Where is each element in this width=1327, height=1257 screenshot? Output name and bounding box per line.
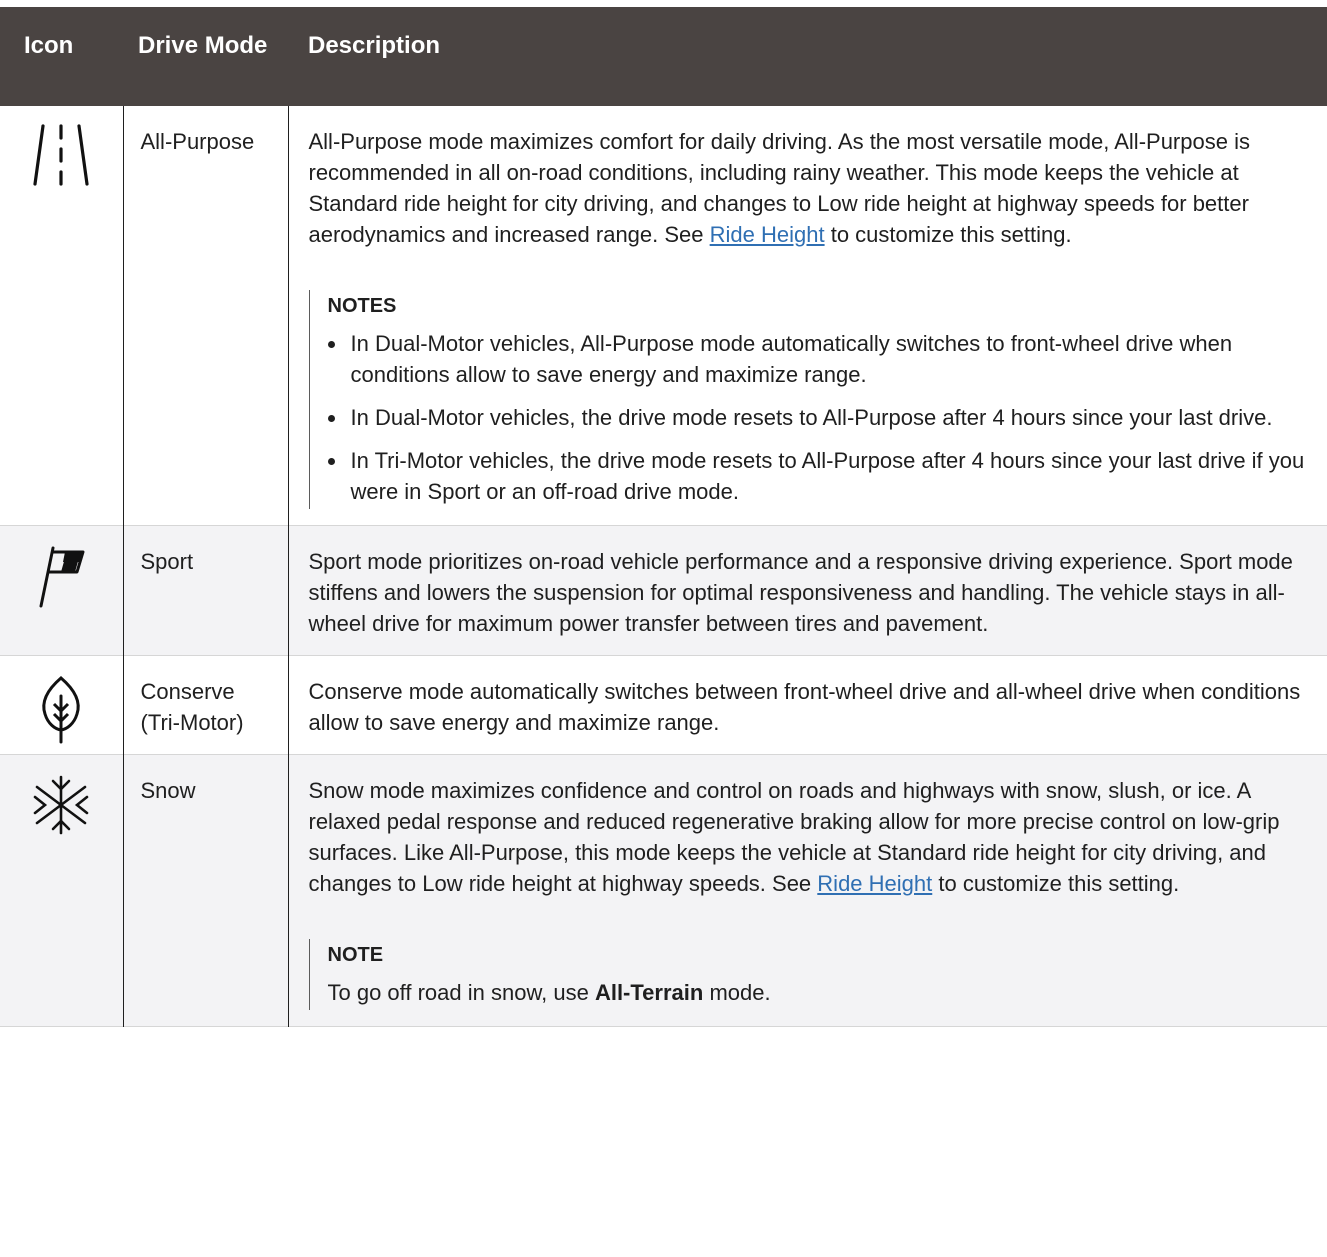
flag-icon <box>39 546 85 608</box>
description-cell: Conserve mode automatically switches bet… <box>308 679 1301 735</box>
note-title: NOTE <box>327 944 384 966</box>
ride-height-link[interactable]: Ride Height <box>710 222 825 247</box>
icon-cell <box>0 655 124 755</box>
description-part: to customize this setting. <box>824 222 1072 247</box>
note-item: In Dual-Motor vehicles, All-Purpose mode… <box>348 328 1308 390</box>
notes-title: NOTES <box>327 295 397 317</box>
icon-cell <box>0 106 124 526</box>
note-text: To go off road in snow, use <box>327 980 595 1005</box>
ride-height-link[interactable]: Ride Height <box>817 871 932 896</box>
notes-list: In Dual-Motor vehicles, All-Purpose mode… <box>328 328 1308 507</box>
drive-mode-snow: Snow <box>123 754 289 1027</box>
drive-mode-sport: Sport <box>123 525 289 656</box>
header-drive-mode: Drive Mode <box>123 3 288 106</box>
note-item: In Dual-Motor vehicles, the drive mode r… <box>348 402 1308 433</box>
drive-modes-table: Icon Drive Mode Description All-Purpose … <box>0 0 1327 1027</box>
description-cell: All-Purpose mode maximizes comfort for d… <box>288 106 1327 526</box>
table-row-sport: Sport Sport mode prioritizes on-road veh… <box>0 525 1327 656</box>
notes-block: NOTES In Dual-Motor vehicles, All-Purpos… <box>308 290 1308 509</box>
header-description: Description <box>288 3 1327 106</box>
note-block: NOTE To go off road in snow, use All-Ter… <box>308 939 1308 1010</box>
table-header-row: Icon Drive Mode Description <box>0 3 1327 106</box>
all-terrain-mode-name: All-Terrain <box>594 980 704 1005</box>
table-row-conserve: Conserve (Tri-Motor) Conserve mode autom… <box>0 655 1327 755</box>
road-lanes-icon <box>33 124 89 186</box>
snowflake-icon <box>33 775 89 835</box>
description-cell: Sport mode prioritizes on-road vehicle p… <box>308 549 1293 636</box>
icon-cell <box>0 525 124 656</box>
table-row-snow: Snow Snow mode maximizes confidence and … <box>0 754 1327 1027</box>
description-cell: Snow mode maximizes confidence and contr… <box>288 755 1327 1027</box>
drive-mode-conserve: Conserve (Tri-Motor) <box>123 655 289 755</box>
description-text: All-Purpose mode maximizes comfort for d… <box>309 126 1308 250</box>
note-item: In Tri-Motor vehicles, the drive mode re… <box>348 445 1308 507</box>
note-text: mode. <box>703 980 771 1005</box>
drive-mode-all-purpose: All-Purpose <box>123 106 289 526</box>
leaf-icon <box>42 676 80 744</box>
header-icon: Icon <box>0 3 123 106</box>
icon-cell <box>0 754 124 1027</box>
description-text: Snow mode maximizes confidence and contr… <box>309 775 1308 899</box>
note-body: To go off road in snow, use All-Terrain … <box>328 977 1308 1008</box>
description-part: to customize this setting. <box>932 871 1180 896</box>
table-row-all-purpose: All-Purpose All-Purpose mode maximizes c… <box>0 106 1327 526</box>
